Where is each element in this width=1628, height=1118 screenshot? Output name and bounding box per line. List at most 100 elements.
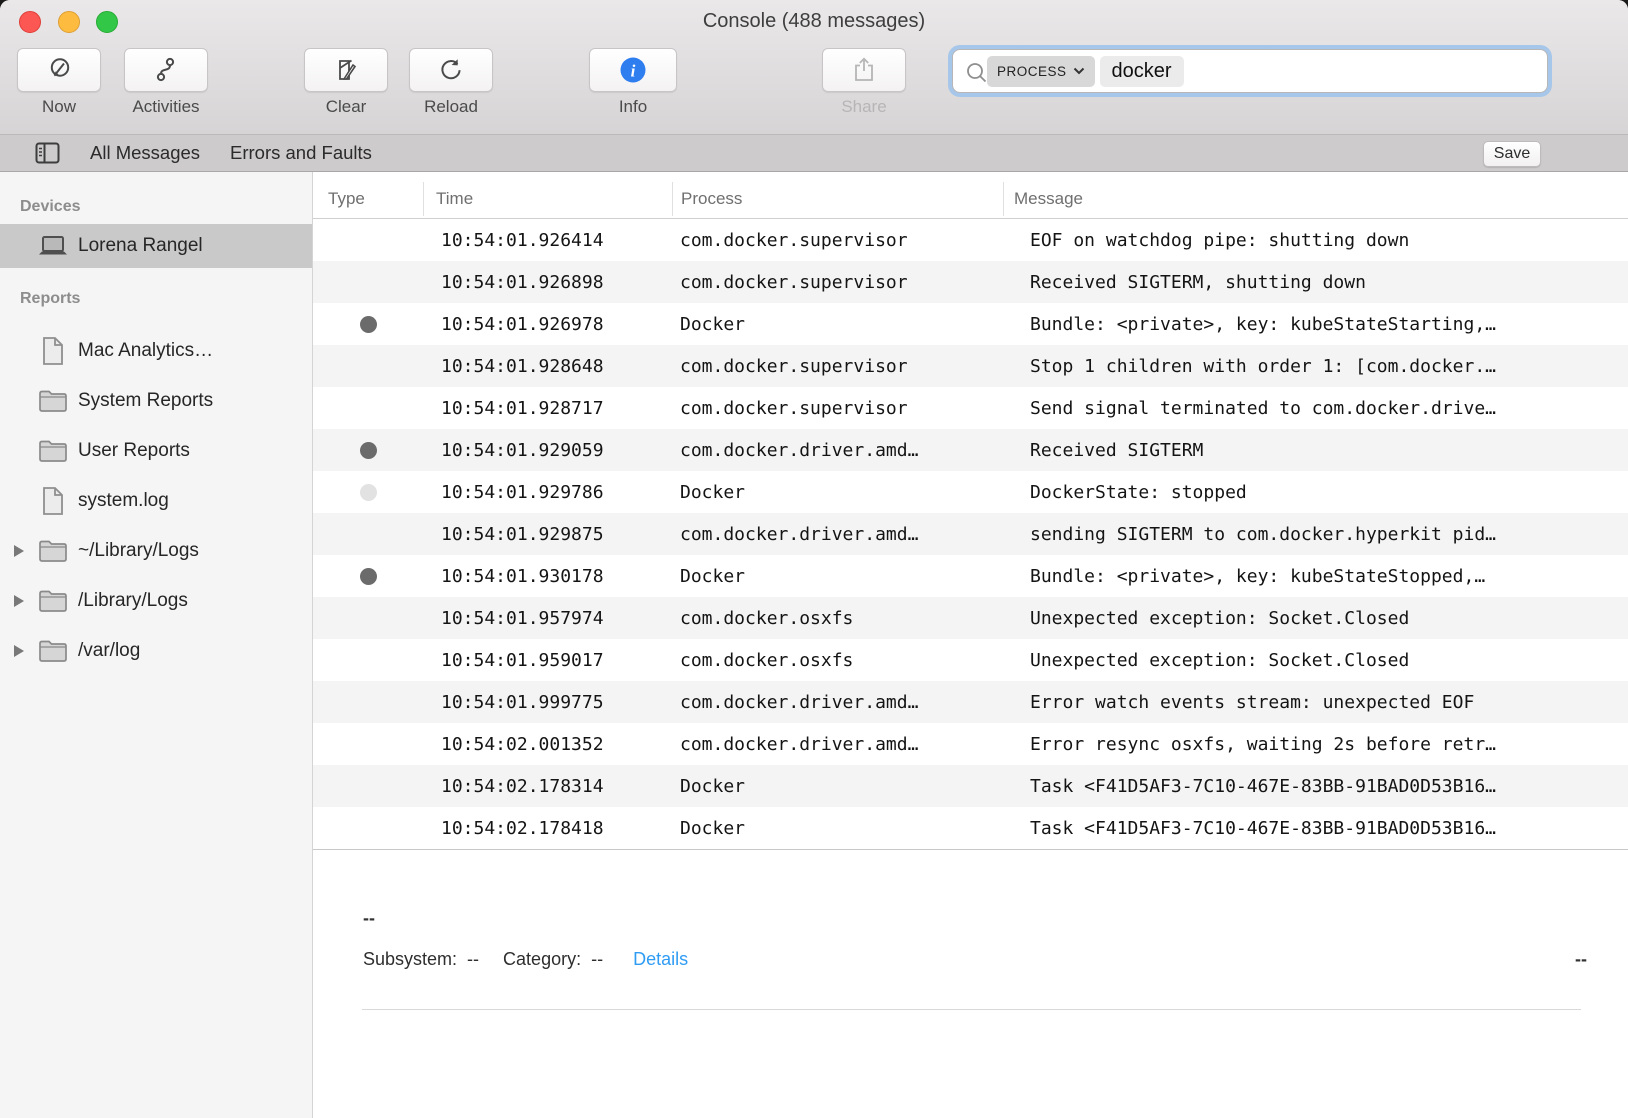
message-cell: Task <F41D5AF3-7C10-467E-83BB-91BAD0D53B… [1003,818,1628,839]
sidebar-device-item[interactable]: Lorena Rangel [0,224,312,268]
time-cell: 10:54:02.178314 [423,776,672,797]
table-row[interactable]: 10:54:01.929059com.docker.driver.amd…Rec… [313,429,1628,471]
table-row[interactable]: 10:54:01.930178DockerBundle: <private>, … [313,555,1628,597]
table-row[interactable]: 10:54:01.928717com.docker.supervisorSend… [313,387,1628,429]
log-level-dot-icon [360,484,377,501]
message-cell: Stop 1 children with order 1: [com.docke… [1003,356,1628,377]
filter-all-messages[interactable]: All Messages [90,142,200,164]
filter-errors-faults[interactable]: Errors and Faults [230,142,372,164]
activities-icon [151,55,181,85]
process-cell: com.docker.supervisor [672,272,1003,293]
console-window: Console (488 messages) Now Activities [0,0,1628,1118]
column-header-time[interactable]: Time [423,182,672,216]
search-scope-token[interactable]: PROCESS [987,56,1095,87]
table-row[interactable]: 10:54:02.178314DockerTask <F41D5AF3-7C10… [313,765,1628,807]
type-cell [313,568,423,585]
chevron-down-icon [1073,67,1085,75]
save-button[interactable]: Save [1483,141,1541,167]
table-row[interactable]: 10:54:01.959017com.docker.osxfsUnexpecte… [313,639,1628,681]
share-icon [849,55,879,85]
time-cell: 10:54:01.959017 [423,650,672,671]
activities-button-label: Activities [124,97,208,117]
subsystem-value: -- [467,949,479,970]
process-cell: Docker [672,566,1003,587]
process-cell: com.docker.driver.amd… [672,692,1003,713]
column-header-process[interactable]: Process [672,182,1003,216]
table-row[interactable]: 10:54:01.929786DockerDockerState: stoppe… [313,471,1628,513]
share-button[interactable] [822,48,906,92]
sidebar-reports-header: Reports [0,282,312,316]
category-value: -- [591,949,603,970]
table-header: Type Time Process Message [313,172,1628,219]
reload-button[interactable] [409,48,493,92]
message-cell: Unexpected exception: Socket.Closed [1003,608,1628,629]
sidebar-item-label: /Library/Logs [78,590,188,612]
reload-icon [436,55,466,85]
table-row[interactable]: 10:54:02.001352com.docker.driver.amd…Err… [313,723,1628,765]
sidebar-item[interactable]: System Reports [0,376,312,426]
sidebar-item-label: system.log [78,490,169,512]
info-button[interactable]: i [589,48,677,92]
sidebar-item[interactable]: /var/log [0,626,312,676]
document-icon [36,336,70,366]
table-row[interactable]: 10:54:01.926414com.docker.supervisorEOF … [313,219,1628,261]
table-row[interactable]: 10:54:01.928648com.docker.supervisorStop… [313,345,1628,387]
search-input-value[interactable]: docker [1100,56,1184,87]
message-cell: Received SIGTERM, shutting down [1003,272,1628,293]
sidebar-item[interactable]: Mac Analytics… [0,326,312,376]
now-button[interactable] [17,48,101,92]
reload-button-group: Reload [409,48,493,117]
activities-button-group: Activities [124,48,208,117]
sidebar-item[interactable]: system.log [0,476,312,526]
reload-button-label: Reload [409,97,493,117]
time-cell: 10:54:01.928717 [423,398,672,419]
subsystem-label: Subsystem: [363,949,457,970]
time-cell: 10:54:01.926898 [423,272,672,293]
message-cell: Task <F41D5AF3-7C10-467E-83BB-91BAD0D53B… [1003,776,1628,797]
sidebar-items: Mac Analytics…System ReportsUser Reports… [0,326,312,676]
table-row[interactable]: 10:54:01.999775com.docker.driver.amd…Err… [313,681,1628,723]
table-row[interactable]: 10:54:01.926978DockerBundle: <private>, … [313,303,1628,345]
column-header-message[interactable]: Message [1003,182,1628,216]
table-row[interactable]: 10:54:01.957974com.docker.osxfsUnexpecte… [313,597,1628,639]
document-icon [36,486,70,516]
process-cell: com.docker.osxfs [672,650,1003,671]
laptop-icon [36,234,70,258]
process-cell: Docker [672,776,1003,797]
table-row[interactable]: 10:54:01.926898com.docker.supervisorRece… [313,261,1628,303]
sidebar-item[interactable]: /Library/Logs [0,576,312,626]
type-cell [313,442,423,459]
process-cell: com.docker.supervisor [672,356,1003,377]
clear-button-group: Clear [304,48,388,117]
detail-heading: -- [363,908,375,929]
info-icon: i [618,55,648,85]
activities-button[interactable] [124,48,208,92]
sidebar-devices-header: Devices [0,190,312,224]
sidebar-toggle-icon[interactable] [35,142,60,164]
sidebar-item[interactable]: User Reports [0,426,312,476]
table-row[interactable]: 10:54:02.178418DockerTask <F41D5AF3-7C10… [313,807,1628,849]
table-row[interactable]: 10:54:01.929875com.docker.driver.amd…sen… [313,513,1628,555]
column-header-type[interactable]: Type [313,182,423,216]
sidebar-item[interactable]: ~/Library/Logs [0,526,312,576]
time-cell: 10:54:01.929786 [423,482,672,503]
message-cell: EOF on watchdog pipe: shutting down [1003,230,1628,251]
category-label: Category: [503,949,581,970]
folder-icon [36,389,70,413]
disclosure-triangle-icon[interactable] [14,545,24,557]
info-button-group: i Info [589,48,677,117]
folder-icon [36,539,70,563]
disclosure-triangle-icon[interactable] [14,645,24,657]
time-cell: 10:54:01.929875 [423,524,672,545]
message-cell: Send signal terminated to com.docker.dri… [1003,398,1628,419]
detail-meta-line: Subsystem: -- Category: -- Details [363,949,688,970]
disclosure-triangle-icon[interactable] [14,595,24,607]
log-level-dot-icon [360,568,377,585]
details-link[interactable]: Details [633,949,688,970]
clear-button[interactable] [304,48,388,92]
filter-bar: All Messages Errors and Faults Save [0,135,1628,172]
type-cell [313,484,423,501]
share-button-group: Share [822,48,906,117]
search-field[interactable]: PROCESS docker [952,49,1548,93]
time-cell: 10:54:01.930178 [423,566,672,587]
